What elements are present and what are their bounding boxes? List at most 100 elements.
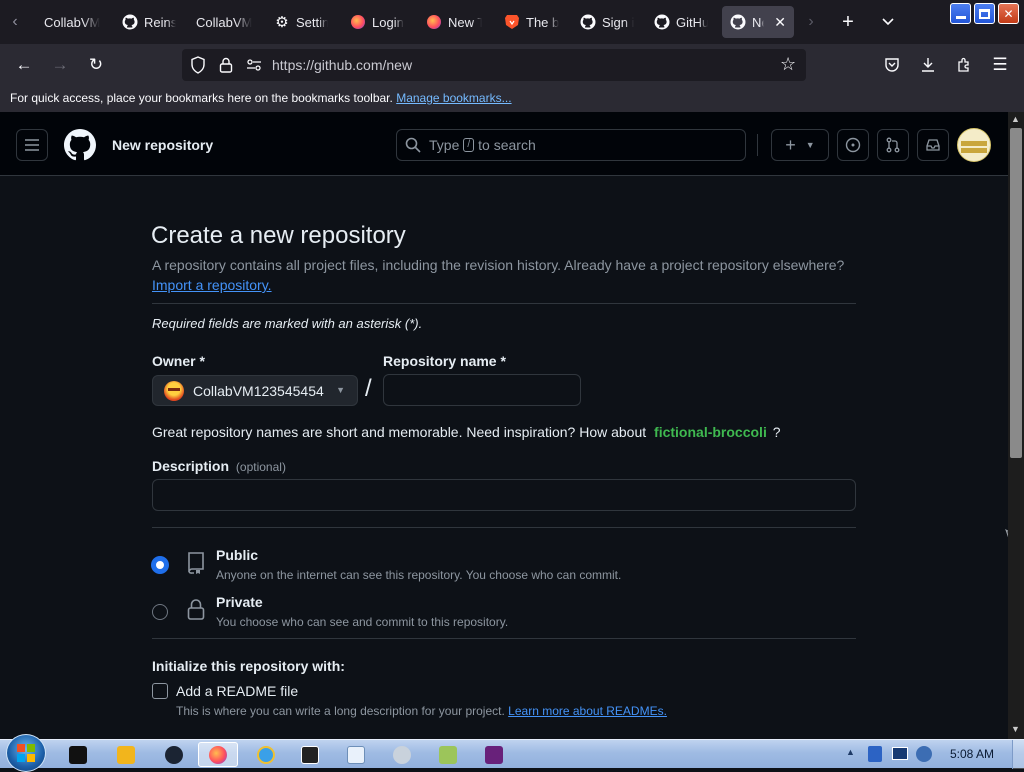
tab-scroll-right-icon[interactable]: › (804, 12, 818, 32)
notepad-icon (347, 745, 365, 764)
tab-brave[interactable]: The b (496, 6, 568, 38)
divider (152, 638, 856, 639)
tab-new-tab[interactable]: New T (418, 6, 490, 38)
taskbar-notepad[interactable] (336, 742, 376, 767)
taskbar-visual-studio[interactable] (474, 742, 514, 767)
repository-name-input[interactable] (383, 374, 581, 406)
page-scrollbar[interactable]: ▲ ▼ (1008, 112, 1024, 739)
visual-studio-icon (485, 745, 503, 764)
tab-collabvm-1[interactable]: CollabVM (36, 6, 108, 38)
description-optional: (optional) (235, 460, 286, 474)
downloads-icon[interactable] (916, 53, 940, 77)
media-player-icon (117, 745, 135, 764)
github-logo-icon[interactable] (64, 129, 96, 166)
scroll-down-arrow-icon[interactable]: ▼ (1011, 724, 1020, 734)
search-input[interactable]: Type / to search (396, 129, 746, 161)
navigation-toolbar: ← → ↻ https://github.com/new ☆ ☰ (0, 44, 1024, 86)
tab-label: CollabVM (196, 14, 252, 30)
scrollbar-thumb[interactable] (1010, 128, 1022, 458)
permissions-icon[interactable] (246, 58, 262, 77)
search-suffix: to search (478, 137, 536, 153)
taskbar-firefox[interactable] (198, 742, 238, 767)
firefox-icon (350, 14, 366, 30)
owner-dropdown[interactable]: CollabVM123545454 ▼ (152, 375, 358, 406)
private-radio[interactable] (152, 604, 168, 620)
import-repository-link[interactable]: Import a repository. (152, 277, 272, 293)
taskbar-photos[interactable] (428, 742, 468, 767)
tray-display-icon[interactable] (892, 747, 908, 760)
inspiration-text: Great repository names are short and mem… (152, 424, 781, 440)
page-heading: Create a new repository (151, 222, 406, 249)
taskbar-terminal[interactable] (58, 742, 98, 767)
tab-sign-in[interactable]: Sign i (572, 6, 642, 38)
tab-collabvm-2[interactable]: CollabVM (188, 6, 260, 38)
required-note: Required fields are marked with an aster… (152, 316, 423, 331)
manage-bookmarks-link[interactable]: Manage bookmarks... (396, 91, 511, 105)
lock-icon (186, 598, 206, 627)
tab-settings[interactable]: ⚙ Settin (266, 6, 336, 38)
lock-icon[interactable] (219, 57, 233, 78)
brave-icon (504, 14, 520, 30)
new-tab-button[interactable]: + (836, 10, 860, 34)
address-bar[interactable]: https://github.com/new ☆ (182, 49, 806, 81)
back-arrow-icon[interactable]: ← (12, 53, 36, 77)
private-description: You choose who can see and commit to thi… (216, 615, 509, 629)
taskbar-app[interactable] (154, 742, 194, 767)
issues-button[interactable] (837, 129, 869, 161)
tab-login[interactable]: Login (342, 6, 412, 38)
divider (152, 303, 856, 304)
create-new-button[interactable]: + ▼ (771, 129, 829, 161)
taskbar-internet-explorer[interactable] (246, 742, 286, 767)
reload-icon[interactable]: ↻ (84, 53, 108, 77)
search-icon (405, 137, 421, 153)
firefox-icon (426, 14, 442, 30)
forward-arrow-icon[interactable]: → (48, 53, 72, 77)
taskbar-7zip[interactable] (290, 742, 330, 767)
bookmark-star-icon[interactable]: ☆ (780, 54, 796, 75)
7zip-icon (301, 745, 319, 764)
close-tab-icon[interactable]: ✕ (774, 14, 786, 31)
shield-icon[interactable] (190, 56, 206, 79)
description-input[interactable] (152, 479, 856, 511)
tray-expand-icon[interactable]: ▲ (846, 747, 855, 757)
tray-security-icon[interactable] (868, 746, 882, 762)
inbox-button[interactable] (917, 129, 949, 161)
avatar[interactable] (957, 128, 991, 162)
github-icon (654, 14, 670, 30)
tab-label: Sign i (602, 14, 634, 30)
pocket-icon[interactable] (880, 53, 904, 77)
list-tabs-chevron-icon[interactable] (878, 10, 898, 34)
readme-checkbox[interactable] (152, 683, 168, 699)
maximize-button[interactable] (974, 3, 995, 24)
hamburger-menu-icon[interactable]: ☰ (988, 53, 1012, 77)
tab-scroll-left-icon[interactable]: ‹ (6, 12, 24, 32)
tab-reinstall[interactable]: Reinst (114, 6, 184, 38)
tab-label: Reinst (144, 14, 176, 30)
app-icon (165, 745, 183, 764)
close-window-button[interactable]: ✕ (998, 3, 1019, 24)
learn-readmes-link[interactable]: Learn more about READMEs. (508, 704, 667, 718)
taskbar-tools[interactable] (382, 742, 422, 767)
header-divider (757, 134, 758, 156)
extensions-icon[interactable] (952, 53, 976, 77)
minimize-button[interactable] (950, 3, 971, 24)
tray-network-icon[interactable] (916, 746, 932, 762)
tab-new-repository-active[interactable]: Ne ✕ (722, 6, 794, 38)
pull-requests-button[interactable] (877, 129, 909, 161)
scroll-up-arrow-icon[interactable]: ▲ (1011, 114, 1020, 124)
inbox-icon (926, 139, 940, 151)
tab-github[interactable]: GitHu (646, 6, 716, 38)
repo-name-suggestion[interactable]: fictional-broccoli (654, 424, 767, 440)
issue-opened-icon (845, 137, 861, 153)
tab-label: New T (448, 14, 482, 30)
inspiration-message: Great repository names are short and mem… (152, 424, 647, 440)
show-desktop-button[interactable] (1012, 740, 1024, 769)
clock[interactable]: 5:08 AM (950, 747, 994, 761)
public-radio[interactable] (152, 557, 168, 573)
open-menu-button[interactable] (16, 129, 48, 161)
tab-label: Ne (752, 14, 764, 30)
taskbar-media-player[interactable] (106, 742, 146, 767)
public-description: Anyone on the internet can see this repo… (216, 568, 622, 582)
start-button[interactable] (6, 734, 46, 772)
public-label: Public (216, 547, 259, 563)
